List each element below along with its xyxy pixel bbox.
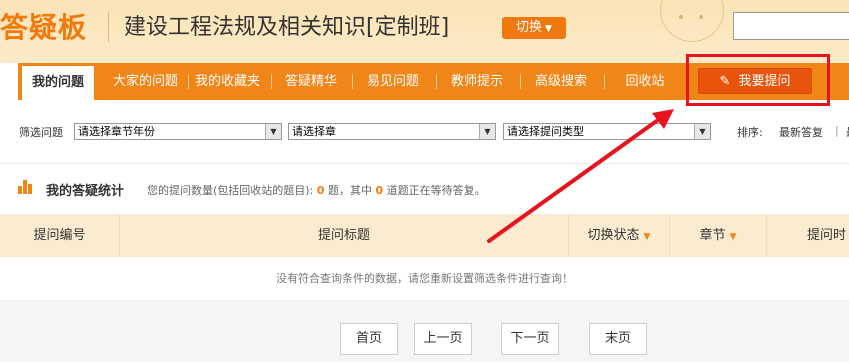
annotation-arrow-head — [652, 109, 674, 129]
annotation-arrow — [487, 109, 674, 243]
annotation-arrow-shaft — [487, 118, 660, 243]
